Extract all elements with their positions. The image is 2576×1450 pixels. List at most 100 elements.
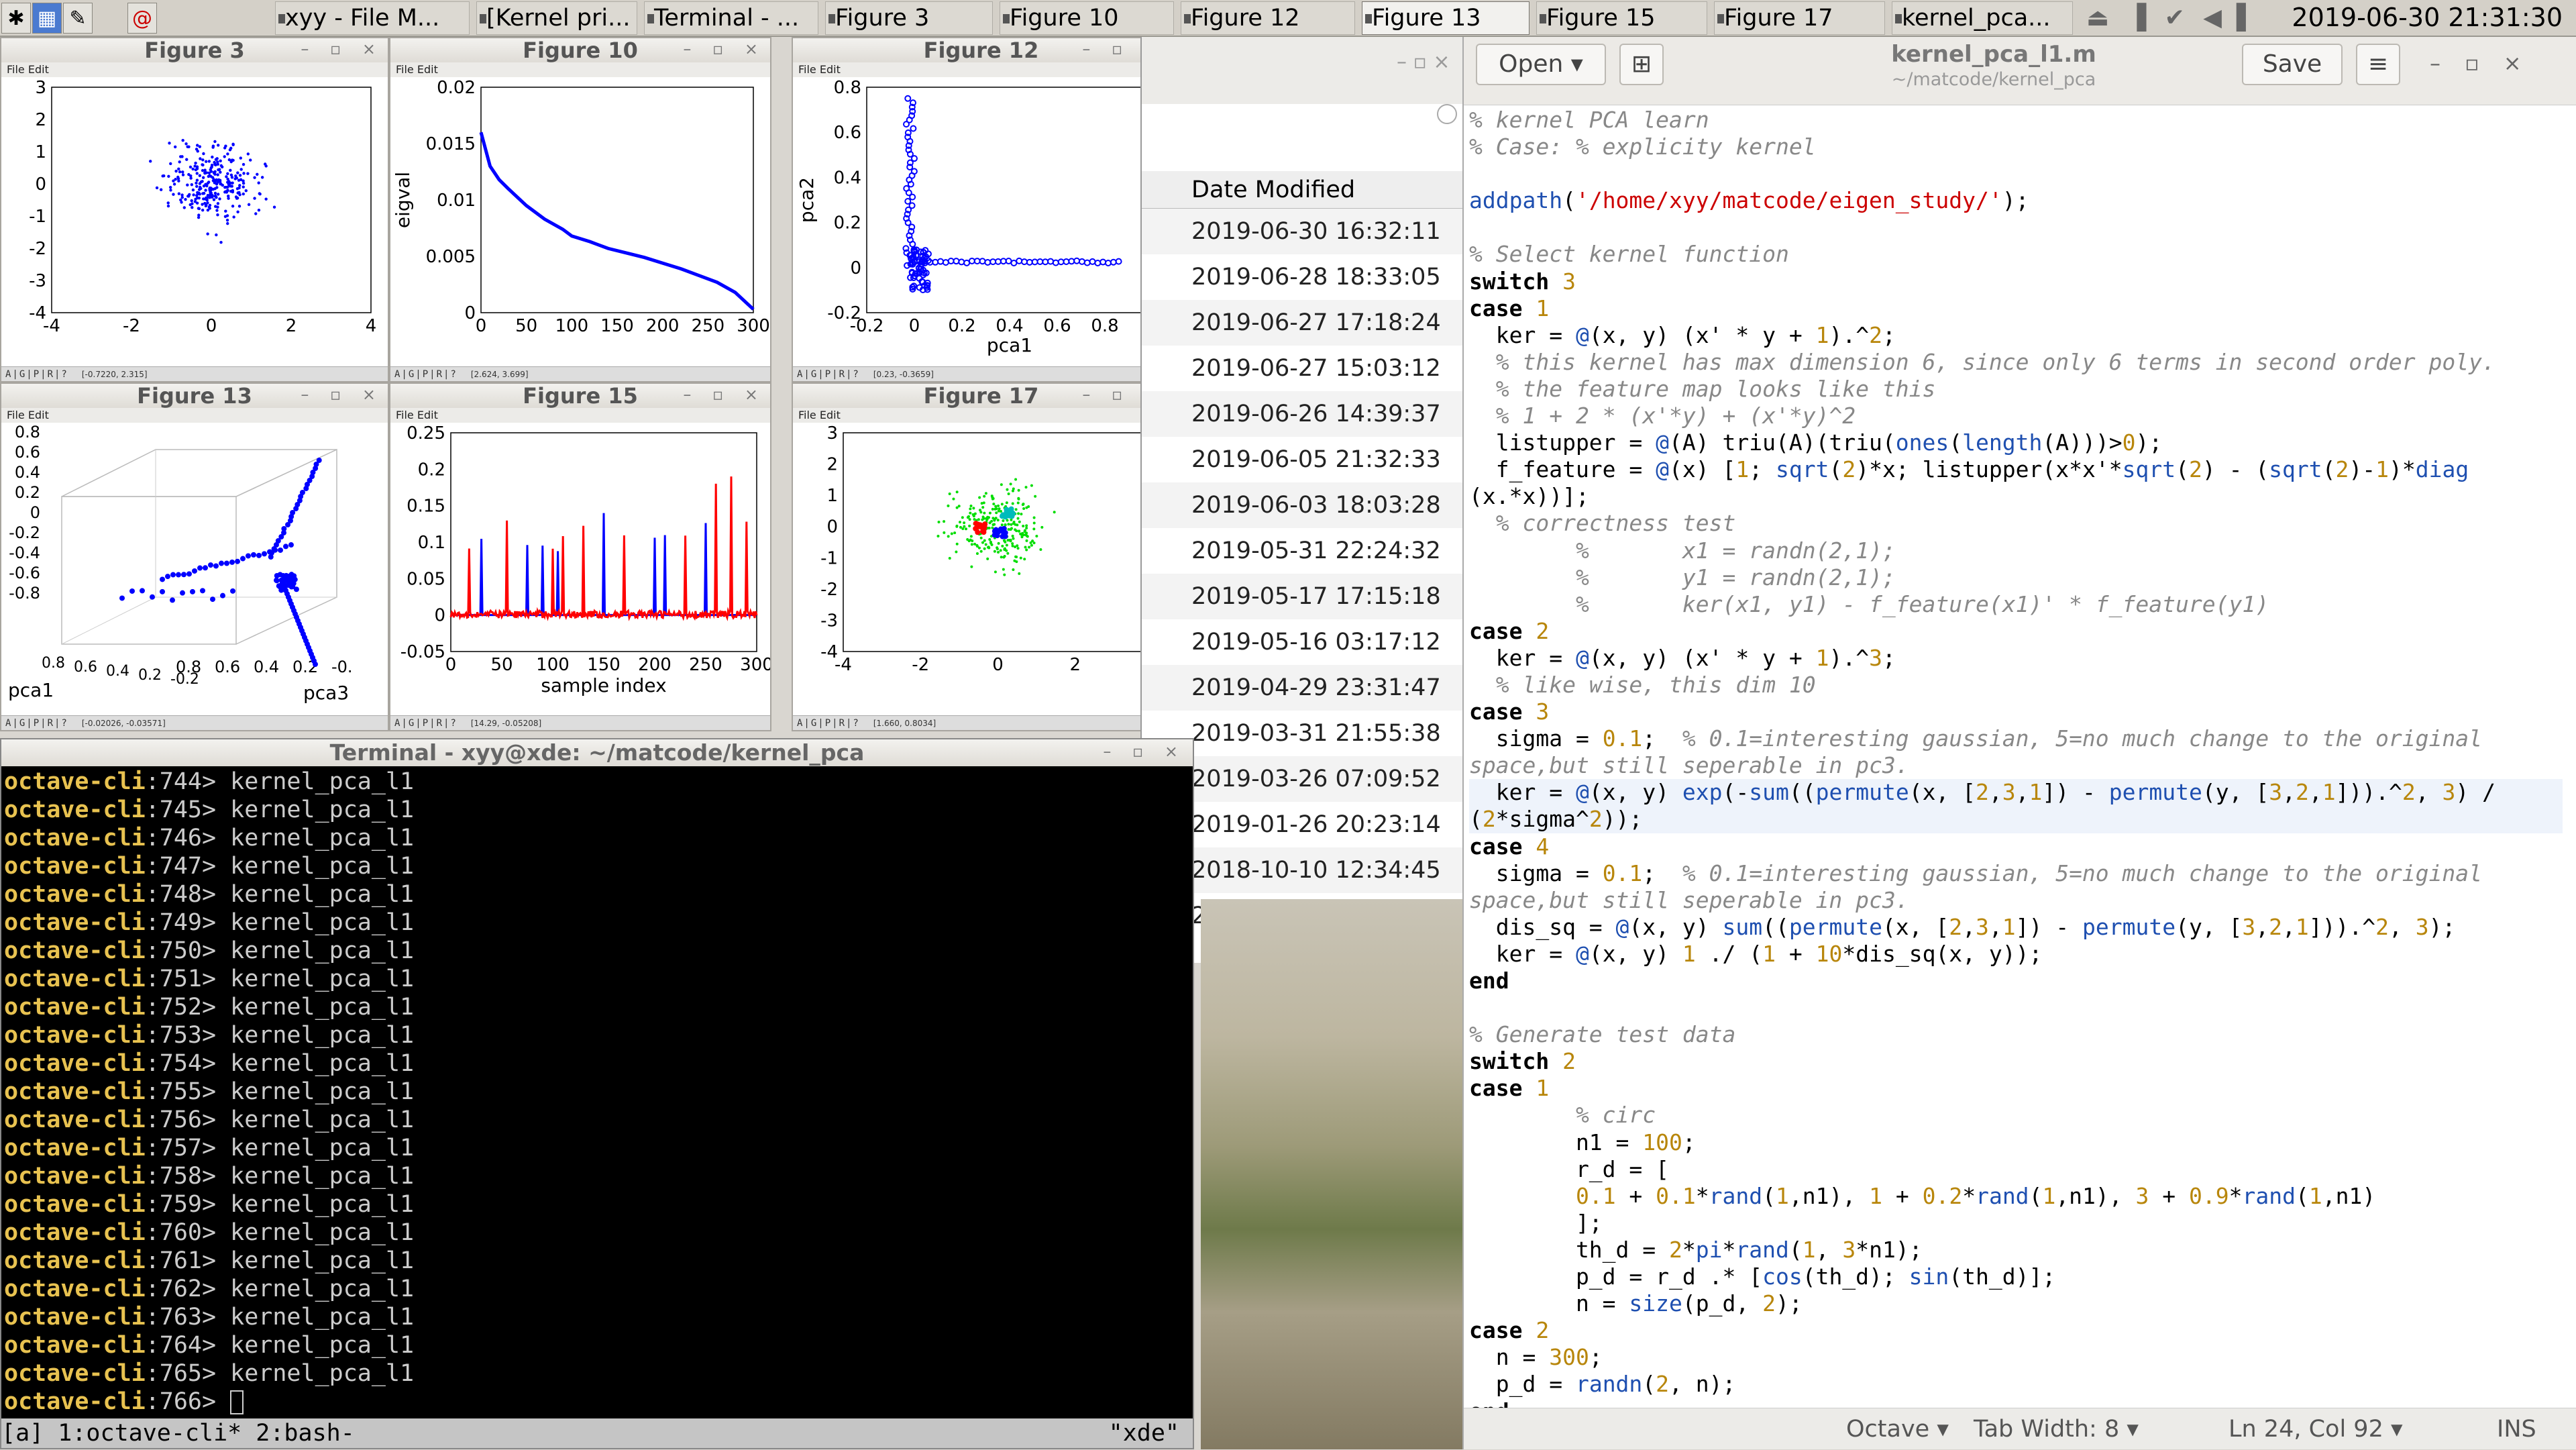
data-point [978,496,981,499]
cursor-position[interactable]: Ln 24, Col 92 ▾ [2229,1408,2403,1450]
figure-menubar[interactable]: File Edit [390,62,770,77]
file-row-date[interactable]: 2019-05-17 17:15:18 [1142,574,1464,619]
figure-menubar[interactable]: File Edit [1,62,388,77]
figure-tool-buttons[interactable]: A|G|P|R|? [797,718,860,729]
prompt-label: octave-cli [4,853,146,880]
taskbar-button[interactable]: Figure 15 [1536,1,1707,35]
figure-window[interactable]: Figure 12 – ▫ × File Edit A|G|P|R|? [0.23… [792,37,1171,382]
figure-tool-buttons[interactable]: A|G|P|R|? [394,718,458,729]
figure-plot[interactable]: -4-20243210-1-2-3-4 [793,423,1169,715]
taskbar-button[interactable]: Figure 10 [1000,1,1174,35]
file-row-date[interactable]: 2019-05-16 03:17:12 [1142,619,1464,665]
y-tick-label: -1 [29,207,46,227]
data-point [1003,555,1006,558]
taskbar-button[interactable]: Figure 17 [1714,1,1885,35]
file-row-date[interactable]: 2019-06-26 14:39:37 [1142,391,1464,437]
window-controls[interactable]: –▫× [2430,50,2546,76]
desktop-wallpaper [1201,899,1469,1449]
window-controls[interactable]: – ▫ × [683,40,766,58]
debian-icon[interactable]: @ [127,3,157,34]
file-row-date[interactable]: 2019-06-27 17:18:24 [1142,300,1464,346]
save-button[interactable]: Save [2242,44,2343,85]
data-point [203,168,207,172]
data-point [967,515,971,518]
figure-window[interactable]: Figure 3 – ▫ × File Edit A|G|P|R|? [-0.72… [0,37,389,382]
prompt-text: :755> kernel_pca_l1 [145,1078,415,1105]
notes-icon[interactable]: ✎ [63,3,93,34]
y-tick-label: 0.15 [407,497,445,517]
prompt-text: :760> kernel_pca_l1 [145,1219,415,1246]
file-row-date[interactable]: 2019-05-31 22:24:32 [1142,528,1464,574]
figure-menubar[interactable]: File Edit [793,62,1169,77]
data-point [251,552,256,558]
new-tab-icon[interactable]: ⊞ [1619,44,1664,85]
taskbar-button[interactable]: Figure 12 [1181,1,1355,35]
figure-menubar[interactable]: File Edit [1,408,388,423]
figure-plot[interactable]: 0 50 100 150 200 250 300 0.02 0.015 0.01 0.005 0 eig… [390,77,770,366]
file-row-date[interactable]: 2019-06-27 15:03:12 [1142,346,1464,391]
data-point [969,535,973,538]
z-tick-label: 0.8 [15,423,40,442]
x-tick-label: 0.2 [948,316,975,336]
figure-plot[interactable]: 0 50 100 150 200 250 3000.250.20.150.10.050-0.… [390,423,770,715]
open-button[interactable]: Open ▾ [1476,44,1606,85]
data-point [206,232,209,236]
window-controls[interactable]: – ▫ × [683,385,766,404]
data-point [969,504,973,507]
workspace-icon[interactable]: ▦ [32,3,62,34]
figure-window[interactable]: Figure 17 – ▫ × File Edit A|G|P|R|? [1.66… [792,382,1171,731]
code-view[interactable]: % kernel PCA learn % Case: % explicity k… [1469,107,2563,1408]
data-point [979,550,983,553]
data-point [240,556,246,562]
file-row-date[interactable]: 2019-06-05 21:32:33 [1142,437,1464,482]
terminal-output[interactable]: octave-cli:744> kernel_pca_l1 octave-cli:… [4,768,1193,1417]
figure-tool-buttons[interactable]: A|G|P|R|? [394,369,458,380]
data-point [195,148,199,151]
data-point [254,212,258,215]
taskbar-button[interactable]: [Kernel pri... [476,1,637,35]
data-point [955,490,959,494]
figure-menubar[interactable]: File Edit [390,408,770,423]
figure-menubar[interactable]: File Edit [793,408,1169,423]
start-menu-icon[interactable]: ✱ [1,3,31,34]
figure-plot[interactable]: -0.200.20.40.60.810.80.60.40.20-0.2pca1p… [793,77,1169,366]
reload-icon[interactable] [1437,104,1457,124]
figure-tool-buttons[interactable]: A|G|P|R|? [5,718,68,729]
file-row-date[interactable]: 2019-06-30 16:32:11 [1142,209,1464,254]
figure-window[interactable]: Figure 10 – ▫ × File Edit A|G|P|R|? [2.62… [389,37,771,382]
data-point [169,189,172,192]
data-point [979,536,983,539]
hamburger-menu-icon[interactable]: ≡ [2356,44,2400,85]
figure-tool-buttons[interactable]: A|G|P|R|? [797,369,860,380]
taskbar-button[interactable]: xyy - File M... [275,1,470,35]
figure-window[interactable]: Figure 15 – ▫ × File Edit A|G|P|R|? [14.2… [389,382,771,731]
column-header-date[interactable]: Date Modified [1142,171,1464,209]
file-row-date[interactable]: 2019-04-29 23:31:47 [1142,665,1464,711]
taskbar-button[interactable]: Figure 3 [825,1,993,35]
taskbar-button[interactable]: kernel_pca... [1892,1,2073,35]
x-tick-label: 300 [737,316,770,336]
tab-width-selector[interactable]: Tab Width: 8 ▾ [1974,1408,2139,1450]
taskbar-button[interactable]: Figure 13 [1362,1,1529,35]
terminal-line: octave-cli:758> kernel_pca_l1 [4,1162,1193,1190]
data-point [219,560,224,566]
figure-plot[interactable]: -4-20243210-1-2-3-4 [1,77,388,366]
window-controls[interactable]: – ▫ × [301,40,384,58]
data-point [246,553,251,559]
figure-plot[interactable]: 0.80.60.40.20-0.2-0.4-0.6-0.80.8 0.6 0.4 0.… [1,423,388,715]
data-point [217,144,220,147]
data-point [1025,539,1028,542]
data-point [237,205,241,208]
taskbar-button[interactable]: Terminal - ... [644,1,818,35]
terminal-window[interactable]: Terminal - xyy@xde: ~/matcode/kernel_pca… [0,738,1194,1449]
file-row-date[interactable]: 2019-06-28 18:33:05 [1142,254,1464,300]
figure-tool-buttons[interactable]: A|G|P|R|? [5,369,68,380]
data-point [197,213,201,217]
prompt-label: octave-cli [4,966,146,992]
language-selector[interactable]: Octave ▾ [1846,1408,1949,1450]
window-controls[interactable]: – ▫ × [301,385,384,404]
file-row-date[interactable]: 2019-06-03 18:03:28 [1142,482,1464,528]
figure-window[interactable]: Figure 13 – ▫ × File Edit A|G|P|R|? [-0.0… [0,382,389,731]
window-controls[interactable]: – ▫ × [1397,50,1450,74]
window-controls[interactable]: – ▫ × [1103,742,1186,761]
